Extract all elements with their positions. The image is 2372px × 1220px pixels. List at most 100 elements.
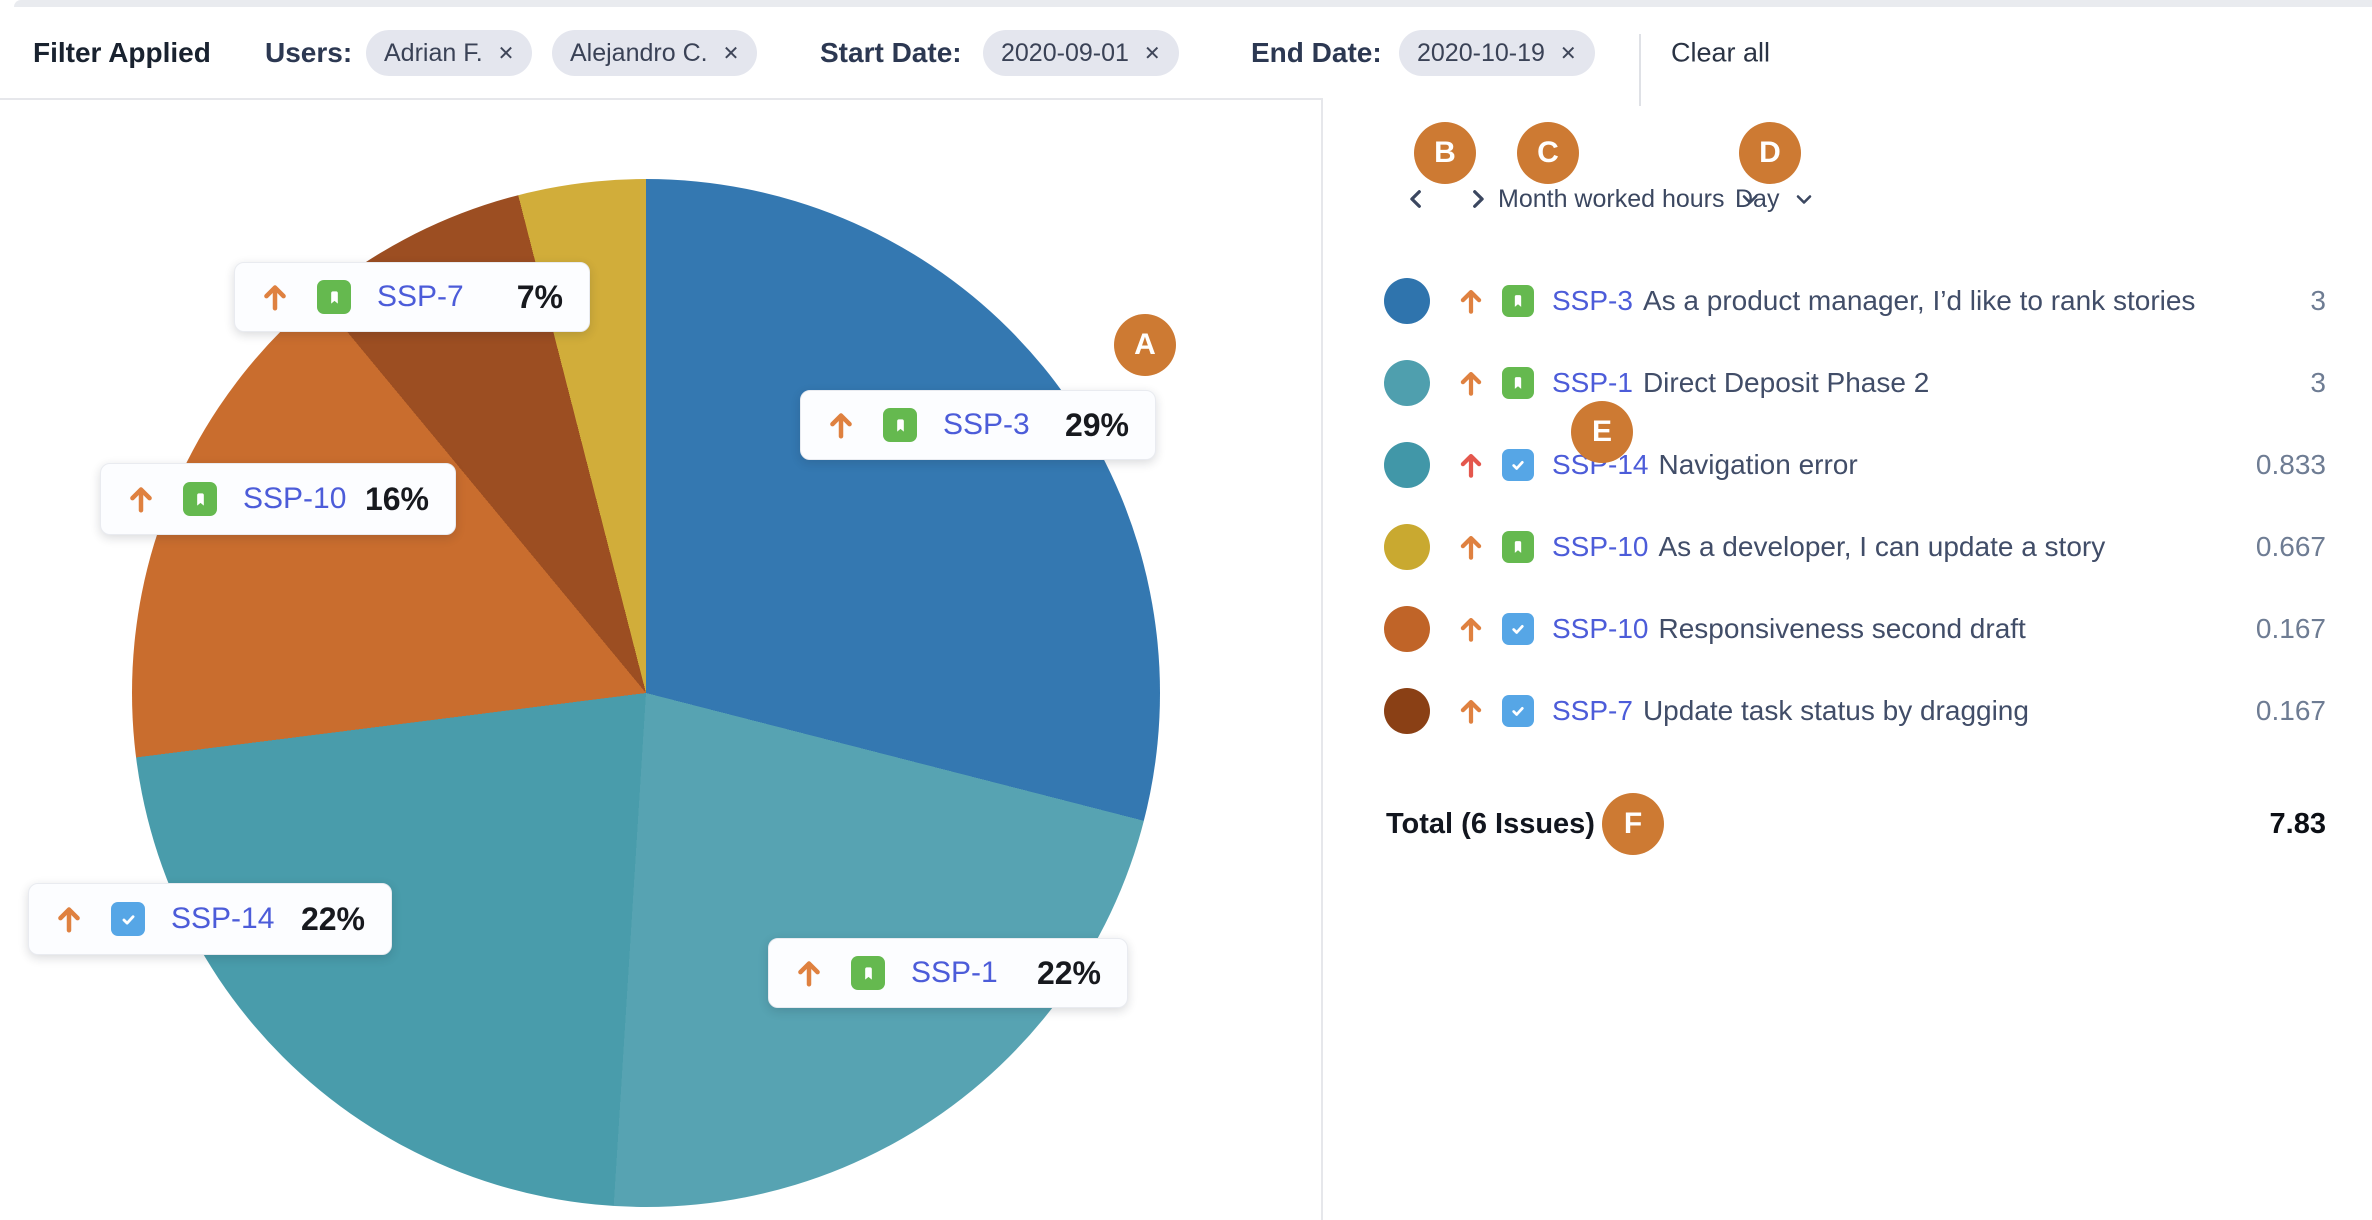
issue-summary: Navigation error bbox=[1659, 449, 1858, 480]
issue-summary: As a developer, I can update a story bbox=[1659, 531, 2106, 562]
issue-text: SSP-10 As a developer, I can update a sto… bbox=[1552, 531, 2236, 563]
pie-label-ssp-10: SSP-1016% bbox=[100, 463, 456, 535]
issue-type-icon bbox=[1502, 367, 1534, 399]
legend-row[interactable]: SSP-10 As a developer, I can update a sto… bbox=[1384, 506, 2326, 588]
issue-summary: Responsiveness second draft bbox=[1659, 613, 2026, 644]
series-color-swatch bbox=[1384, 442, 1430, 488]
remove-chip-icon[interactable]: ✕ bbox=[1560, 41, 1577, 66]
issue-key-link[interactable]: SSP-7 bbox=[377, 280, 464, 314]
priority-up-icon bbox=[257, 279, 293, 315]
filter-applied-title: Filter Applied bbox=[33, 37, 211, 69]
user-chip-label: Adrian F. bbox=[384, 39, 483, 68]
series-color-swatch bbox=[1384, 606, 1430, 652]
issue-key-link[interactable]: SSP-1 bbox=[911, 956, 998, 990]
series-color-swatch bbox=[1384, 688, 1430, 734]
issue-key-link[interactable]: SSP-3 bbox=[1552, 285, 1633, 316]
issue-key-link[interactable]: SSP-3 bbox=[943, 408, 1030, 442]
end-date-label: End Date: bbox=[1251, 37, 1382, 69]
total-row: Total (6 Issues) 7.83 bbox=[1386, 784, 2326, 864]
story-bookmark-icon bbox=[1502, 367, 1534, 399]
remove-chip-icon[interactable]: ✕ bbox=[1144, 41, 1161, 66]
priority-up-icon bbox=[823, 407, 859, 443]
annotation-badge-b: B bbox=[1414, 122, 1476, 184]
pie-label-ssp-1: SSP-122% bbox=[768, 938, 1128, 1008]
remove-chip-icon[interactable]: ✕ bbox=[723, 41, 740, 66]
issue-key-link[interactable]: SSP-10 bbox=[243, 482, 346, 516]
worked-hours-value: 0.167 bbox=[2256, 695, 2326, 727]
legend-row[interactable]: SSP-14Navigation error 0.833 bbox=[1384, 424, 2326, 506]
issue-type-icon bbox=[1502, 695, 1534, 727]
issue-type-icon bbox=[1502, 531, 1534, 563]
priority-up-icon bbox=[1454, 612, 1488, 646]
task-check-icon bbox=[1502, 695, 1534, 727]
annotation-badge-a: A bbox=[1114, 314, 1176, 376]
worked-hours-value: 3 bbox=[2310, 367, 2326, 399]
user-chip-alejandro[interactable]: Alejandro C. ✕ bbox=[552, 30, 757, 76]
slice-percent: 22% bbox=[301, 901, 365, 938]
slice-percent: 7% bbox=[517, 279, 563, 316]
user-chip-label: Alejandro C. bbox=[570, 39, 708, 68]
annotation-badge-e: E bbox=[1571, 401, 1633, 463]
issue-key-link[interactable]: SSP-7 bbox=[1552, 695, 1633, 726]
pie-chart[interactable] bbox=[132, 179, 1160, 1207]
priority-up-icon bbox=[1454, 530, 1488, 564]
task-check-icon bbox=[1502, 613, 1534, 645]
group-dropdown-value: Day bbox=[1735, 185, 1779, 214]
panel-vertical-divider bbox=[1321, 98, 1323, 1220]
prev-period-button[interactable] bbox=[1398, 181, 1434, 217]
issue-text: SSP-10 Responsiveness second draft bbox=[1552, 613, 2236, 645]
legend-row[interactable]: SSP-1 Direct Deposit Phase 2 3 bbox=[1384, 342, 2326, 424]
priority-up-icon bbox=[1454, 694, 1488, 728]
start-date-value: 2020-09-01 bbox=[1001, 39, 1129, 68]
priority-up-icon bbox=[1454, 284, 1488, 318]
worklog-pie-report: Filter Applied Users: Adrian F. ✕ Alejan… bbox=[0, 0, 2372, 1220]
user-chip-adrian[interactable]: Adrian F. ✕ bbox=[366, 30, 532, 76]
priority-up-icon bbox=[123, 481, 159, 517]
story-bookmark-icon bbox=[851, 956, 885, 990]
clear-all-button[interactable]: Clear all bbox=[1671, 38, 1770, 69]
pie-label-ssp-3: SSP-3 29% bbox=[800, 390, 1156, 460]
end-date-value: 2020-10-19 bbox=[1417, 39, 1545, 68]
filter-bar-separator bbox=[1639, 34, 1641, 106]
filter-bar: Filter Applied Users: Adrian F. ✕ Alejan… bbox=[0, 7, 2372, 99]
task-check-icon bbox=[111, 902, 145, 936]
chevron-left-icon bbox=[1402, 185, 1430, 213]
total-label: Total (6 Issues) bbox=[1386, 808, 1595, 841]
issue-summary: Direct Deposit Phase 2 bbox=[1643, 367, 1929, 398]
story-bookmark-icon bbox=[1502, 285, 1534, 317]
issue-text: SSP-3 As a product manager, I’d like to r… bbox=[1552, 285, 2290, 317]
series-color-swatch bbox=[1384, 360, 1430, 406]
filter-bar-bottom-rule bbox=[0, 98, 1322, 100]
worked-hours-value: 0.833 bbox=[2256, 449, 2326, 481]
story-bookmark-icon bbox=[317, 280, 351, 314]
issue-type-icon bbox=[1502, 449, 1534, 481]
issue-key-link[interactable]: SSP-1 bbox=[1552, 367, 1633, 398]
next-period-button[interactable] bbox=[1460, 181, 1496, 217]
group-dropdown[interactable]: Day bbox=[1735, 180, 1816, 218]
start-date-chip[interactable]: 2020-09-01 ✕ bbox=[983, 30, 1179, 76]
slice-percent: 29% bbox=[1065, 407, 1129, 444]
legend-row[interactable]: SSP-10Responsiveness second draft 0.167 bbox=[1384, 588, 2326, 670]
remove-chip-icon[interactable]: ✕ bbox=[498, 41, 515, 66]
annotation-badge-c: C bbox=[1517, 122, 1579, 184]
story-bookmark-icon bbox=[883, 408, 917, 442]
priority-up-icon bbox=[51, 901, 87, 937]
worked-hours-value: 0.667 bbox=[2256, 531, 2326, 563]
legend-row[interactable]: SSP-7Update task status by dragging 0.16… bbox=[1384, 670, 2326, 752]
issue-text: SSP-7Update task status by dragging bbox=[1552, 695, 2236, 727]
issue-summary: As a product manager, I’d like to rank s… bbox=[1643, 285, 2196, 316]
metric-dropdown[interactable]: Month worked hours bbox=[1498, 180, 1762, 218]
annotation-badge-f: F bbox=[1602, 793, 1664, 855]
pie-label-ssp-7: SSP-7 7% bbox=[234, 262, 590, 332]
legend-row[interactable]: SSP-3 As a product manager, I’d like to r… bbox=[1384, 260, 2326, 342]
window-top-edge bbox=[14, 0, 2372, 7]
issue-key-link[interactable]: SSP-10 bbox=[1552, 613, 1649, 644]
users-label: Users: bbox=[265, 37, 352, 69]
series-color-swatch bbox=[1384, 524, 1430, 570]
priority-up-icon bbox=[1454, 366, 1488, 400]
end-date-chip[interactable]: 2020-10-19 ✕ bbox=[1399, 30, 1595, 76]
issue-key-link[interactable]: SSP-14 bbox=[171, 902, 274, 936]
task-check-icon bbox=[1502, 449, 1534, 481]
chevron-down-icon bbox=[1792, 187, 1816, 211]
issue-key-link[interactable]: SSP-10 bbox=[1552, 531, 1649, 562]
